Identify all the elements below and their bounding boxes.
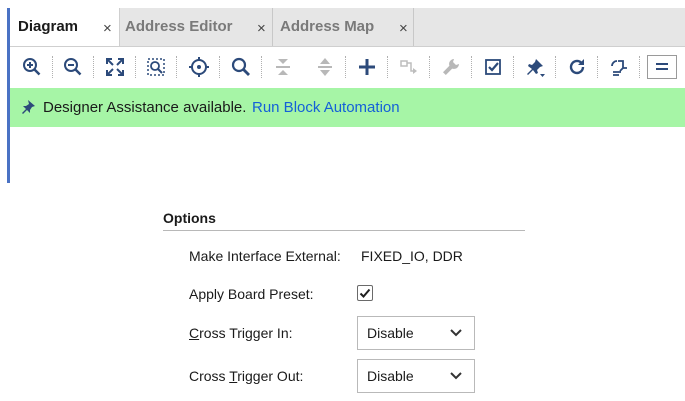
expand-icon[interactable] xyxy=(313,55,337,79)
tab-address-map-close-icon[interactable]: × xyxy=(399,20,408,37)
pin-icon xyxy=(22,99,36,119)
cross-trigger-out-select[interactable]: Disable xyxy=(357,359,475,393)
cross-trigger-in-label: Cross Trigger In: xyxy=(189,325,293,341)
tab-bar: Diagram × Address Editor × Address Map × xyxy=(10,8,685,47)
tab-address-map[interactable]: Address Map × xyxy=(274,8,414,46)
refresh-icon[interactable] xyxy=(565,55,589,79)
tab-address-editor-close-icon[interactable]: × xyxy=(257,20,266,37)
options-title: Options xyxy=(163,210,216,226)
search-icon[interactable] xyxy=(229,55,253,79)
regenerate-icon[interactable] xyxy=(607,55,631,79)
wrench-icon[interactable] xyxy=(439,55,463,79)
tab-diagram[interactable]: Diagram × xyxy=(10,8,120,46)
checkmark-icon xyxy=(359,288,371,298)
cross-trigger-out-label: Cross Trigger Out: xyxy=(189,368,304,384)
zoom-in-icon[interactable] xyxy=(20,55,44,79)
tab-address-editor-label: Address Editor xyxy=(125,18,233,35)
collapse-icon[interactable] xyxy=(271,55,295,79)
run-block-automation-link[interactable]: Run Block Automation xyxy=(252,99,400,116)
tab-diagram-close-icon[interactable]: × xyxy=(103,20,112,37)
apply-board-preset-label: Apply Board Preset: xyxy=(189,286,314,302)
add-icon[interactable] xyxy=(355,55,379,79)
zoom-out-icon[interactable] xyxy=(61,55,85,79)
menu-icon[interactable] xyxy=(647,55,677,79)
diagram-toolbar xyxy=(10,47,685,87)
zoom-area-icon[interactable] xyxy=(144,55,168,79)
tab-address-map-label: Address Map xyxy=(280,18,375,35)
apply-board-preset-checkbox[interactable] xyxy=(357,285,373,301)
fit-full-icon[interactable] xyxy=(103,55,127,79)
pin-icon[interactable] xyxy=(523,55,547,79)
chevron-down-icon xyxy=(450,372,462,380)
center-target-icon[interactable] xyxy=(187,55,211,79)
cross-trigger-out-value: Disable xyxy=(367,368,414,384)
designer-assistance-message: Designer Assistance available. xyxy=(43,99,247,116)
cross-trigger-in-select[interactable]: Disable xyxy=(357,316,475,350)
cross-trigger-in-value: Disable xyxy=(367,325,414,341)
tab-address-editor[interactable]: Address Editor × xyxy=(121,8,273,46)
chevron-down-icon xyxy=(450,329,462,337)
validate-icon[interactable] xyxy=(481,55,505,79)
route-icon[interactable] xyxy=(397,55,421,79)
designer-assistance-banner: Designer Assistance available. Run Block… xyxy=(10,88,685,127)
options-divider xyxy=(163,230,525,231)
tab-diagram-label: Diagram xyxy=(18,18,79,35)
make-interface-external-label: Make Interface External: xyxy=(189,248,341,264)
make-interface-external-value: FIXED_IO, DDR xyxy=(361,248,463,264)
